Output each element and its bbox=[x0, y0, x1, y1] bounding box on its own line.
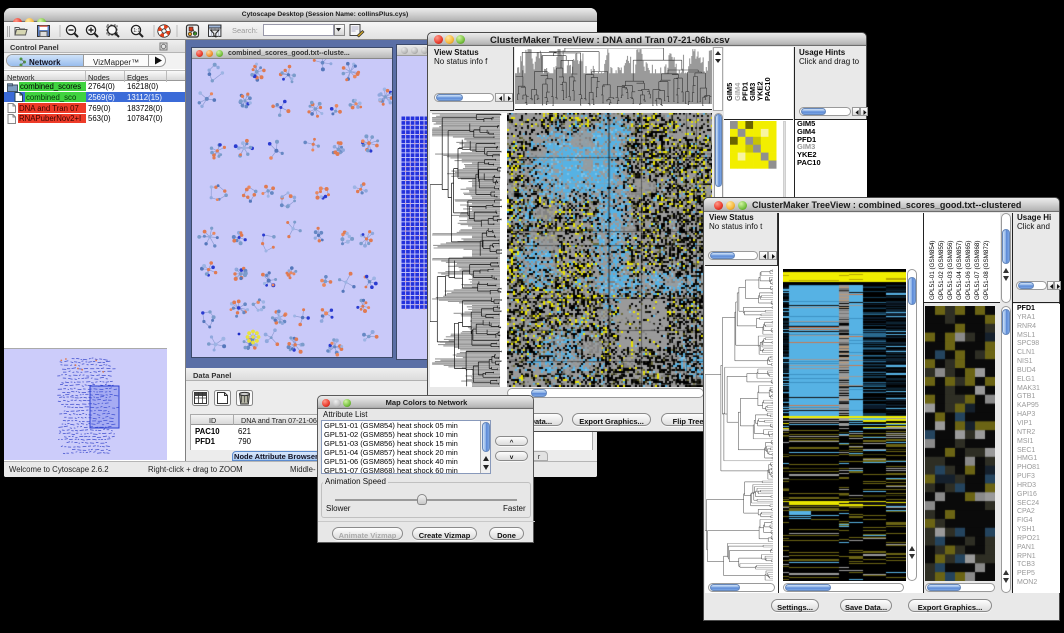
svg-text:GPL51-02 (GSM855): GPL51-02 (GSM855) bbox=[938, 241, 945, 301]
svg-text:GPL51-01 (GSM854): GPL51-01 (GSM854) bbox=[929, 241, 936, 301]
svg-text:GPL51-06 (GSM865): GPL51-06 (GSM865) bbox=[965, 241, 972, 301]
svg-text:GPL51-07 (GSM868): GPL51-07 (GSM868) bbox=[974, 241, 981, 301]
svg-text:PAC10: PAC10 bbox=[763, 77, 772, 101]
svg-text:GPL51-04 (GSM857): GPL51-04 (GSM857) bbox=[956, 241, 963, 301]
svg-text:GPL51-08 (GSM872): GPL51-08 (GSM872) bbox=[983, 241, 990, 301]
svg-text:1:1: 1:1 bbox=[133, 28, 140, 34]
svg-text:GPL51-03 (GSM856): GPL51-03 (GSM856) bbox=[947, 241, 954, 301]
